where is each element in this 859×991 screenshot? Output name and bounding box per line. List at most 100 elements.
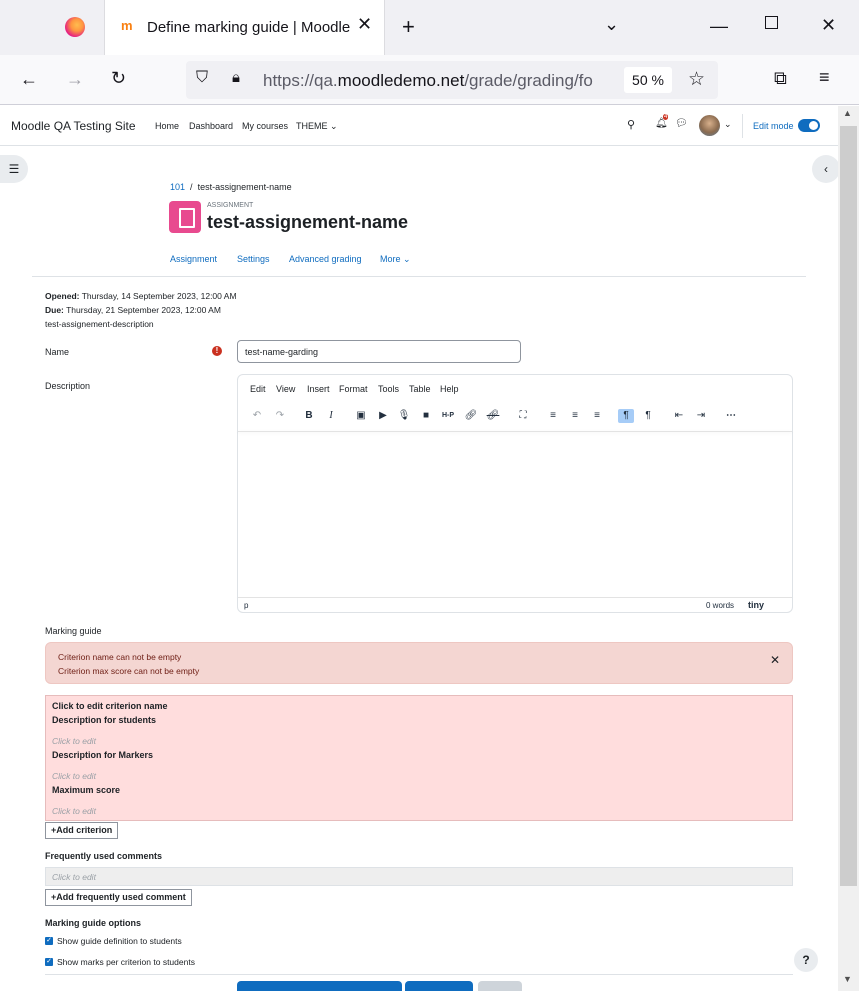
cancel-button[interactable]	[478, 981, 522, 991]
rtl-direction-icon[interactable]: ¶	[640, 409, 656, 423]
due-label: Due:	[45, 305, 64, 315]
marking-guide-label: Marking guide	[45, 626, 102, 636]
show-guide-label[interactable]: Show guide definition to students	[57, 936, 182, 946]
close-window-icon[interactable]: ✕	[821, 15, 836, 36]
editor-menu-insert[interactable]: Insert	[307, 384, 330, 394]
video-camera-icon[interactable]: ■	[418, 409, 434, 423]
new-tab-icon[interactable]: +	[402, 14, 415, 40]
description-editor[interactable]: Edit View Insert Format Tools Table Help…	[237, 374, 793, 613]
editor-menu-table[interactable]: Table	[409, 384, 431, 394]
secondary-save-button[interactable]	[405, 981, 473, 991]
element-path[interactable]: p	[244, 601, 248, 610]
zoom-level-badge[interactable]: 50 %	[624, 67, 672, 93]
browser-tab[interactable]: m Define marking guide | Moodle ✕	[104, 0, 385, 55]
help-icon[interactable]: ?	[794, 948, 818, 972]
align-right-icon[interactable]: ≡	[589, 409, 605, 423]
back-arrow-icon[interactable]: ←	[20, 69, 38, 90]
criterion-name[interactable]: Click to edit criterion name	[52, 701, 168, 711]
nav-home[interactable]: Home	[155, 121, 179, 131]
unlink-icon[interactable]: 🔗︎	[485, 409, 501, 423]
tiny-logo-icon[interactable]: tiny	[748, 600, 764, 610]
italic-icon[interactable]: I	[323, 409, 339, 423]
editor-menu-view[interactable]: View	[276, 384, 295, 394]
link-icon[interactable]: 🔗︎	[463, 409, 479, 423]
lock-icon[interactable]: 🔒︎	[232, 69, 240, 86]
image-icon[interactable]: ▣	[353, 409, 369, 423]
outdent-icon[interactable]: ⇤	[671, 409, 687, 423]
minimize-icon[interactable]: —	[710, 16, 728, 37]
description-students-edit[interactable]: Click to edit	[52, 736, 96, 746]
close-icon[interactable]: ✕	[770, 653, 780, 667]
show-marks-label[interactable]: Show marks per criterion to students	[57, 957, 195, 967]
indent-icon[interactable]: ⇥	[693, 409, 709, 423]
editor-statusbar: p 0 words tiny	[238, 597, 792, 613]
editor-menu-help[interactable]: Help	[440, 384, 459, 394]
edit-mode-toggle[interactable]	[798, 119, 820, 132]
h5p-icon[interactable]: H-P	[440, 409, 456, 423]
show-guide-checkbox[interactable]: ✓	[45, 937, 53, 945]
nav-theme[interactable]: THEME ⌄	[296, 121, 338, 132]
description-markers-edit[interactable]: Click to edit	[52, 771, 96, 781]
edit-mode-label[interactable]: Edit mode	[753, 121, 794, 131]
page-scrollbar[interactable]: ▲ ▼	[838, 106, 859, 991]
ltr-direction-icon[interactable]: ¶	[618, 409, 634, 423]
microphone-icon[interactable]: 🎙︎	[396, 409, 412, 423]
nav-dashboard[interactable]: Dashboard	[189, 121, 233, 131]
tab-list-chevron-icon[interactable]: ⌄	[604, 14, 619, 35]
nav-my-courses[interactable]: My courses	[242, 121, 288, 131]
breadcrumb-course-link[interactable]: 101	[170, 182, 185, 192]
url-bar[interactable]: ⛉ 🔒︎ https://qa.moodledemo.net/grade/gra…	[186, 61, 718, 99]
shield-icon[interactable]: ⛉	[196, 69, 208, 87]
block-drawer-chevron-icon[interactable]: ‹	[812, 155, 838, 183]
avatar[interactable]	[699, 115, 720, 136]
bold-icon[interactable]: B	[301, 409, 317, 423]
chevron-down-icon[interactable]: ⌄	[724, 119, 732, 130]
fullscreen-icon[interactable]: ⛶	[515, 409, 531, 423]
word-count[interactable]: 0 words	[706, 601, 734, 610]
media-icon[interactable]: ▶	[375, 409, 391, 423]
redo-icon[interactable]: ↷	[272, 409, 288, 423]
scroll-up-icon[interactable]: ▲	[843, 108, 852, 118]
page-content: Moodle QA Testing Site Home Dashboard My…	[0, 106, 838, 991]
browser-window: m Define marking guide | Moodle ✕ + ⌄ — …	[0, 0, 859, 991]
editor-menu-edit[interactable]: Edit	[250, 384, 266, 394]
show-marks-checkbox[interactable]: ✓	[45, 958, 53, 966]
more-options-icon[interactable]: ⋯	[723, 409, 739, 423]
bookmark-star-icon[interactable]: ☆	[688, 68, 705, 91]
close-tab-icon[interactable]: ✕	[357, 14, 372, 35]
scroll-thumb[interactable]	[840, 126, 857, 886]
site-name[interactable]: Moodle QA Testing Site	[11, 119, 136, 133]
forward-arrow-icon[interactable]: →	[66, 69, 84, 90]
name-input[interactable]	[237, 340, 521, 363]
tab-assignment[interactable]: Assignment	[170, 254, 217, 264]
extensions-icon[interactable]: ⧉	[774, 68, 787, 89]
comment-edit[interactable]: Click to edit	[52, 872, 96, 882]
breadcrumb-current[interactable]: test-assignement-name	[198, 182, 292, 192]
align-center-icon[interactable]: ≡	[567, 409, 583, 423]
reload-icon[interactable]: ↻	[111, 68, 126, 89]
messages-icon[interactable]: 💬︎	[675, 118, 688, 129]
undo-icon[interactable]: ↶	[249, 409, 265, 423]
maximize-icon[interactable]	[765, 16, 778, 29]
tab-advanced-grading[interactable]: Advanced grading	[289, 254, 362, 264]
align-left-icon[interactable]: ≡	[545, 409, 561, 423]
menu-hamburger-icon[interactable]: ≡	[819, 67, 830, 88]
max-score-edit[interactable]: Click to edit	[52, 806, 96, 816]
nav-theme-label: THEME	[296, 121, 328, 131]
tab-more[interactable]: More ⌄	[380, 254, 411, 265]
max-score-heading: Maximum score	[52, 785, 121, 795]
url-text[interactable]: https://qa.moodledemo.net/grade/grading/…	[263, 71, 618, 91]
add-criterion-button[interactable]: +Add criterion	[45, 822, 119, 839]
search-icon[interactable]: ⚲	[627, 118, 635, 131]
browser-toolbar: ← → ↻ ⛉ 🔒︎ https://qa.moodledemo.net/gra…	[0, 55, 859, 105]
editor-menu-format[interactable]: Format	[339, 384, 368, 394]
alert-message: Criterion max score can not be empty	[58, 666, 200, 676]
primary-save-button[interactable]	[237, 981, 402, 991]
scroll-down-icon[interactable]: ▼	[843, 974, 852, 984]
tab-settings[interactable]: Settings	[237, 254, 270, 264]
comment-row[interactable]: Click to edit	[45, 867, 793, 886]
editor-menu-tools[interactable]: Tools	[378, 384, 399, 394]
add-comment-button[interactable]: +Add frequently used comment	[45, 889, 192, 906]
course-index-toggle-icon[interactable]: ☰	[0, 155, 28, 183]
due-date: Due: Thursday, 21 September 2023, 12:00 …	[45, 305, 221, 315]
